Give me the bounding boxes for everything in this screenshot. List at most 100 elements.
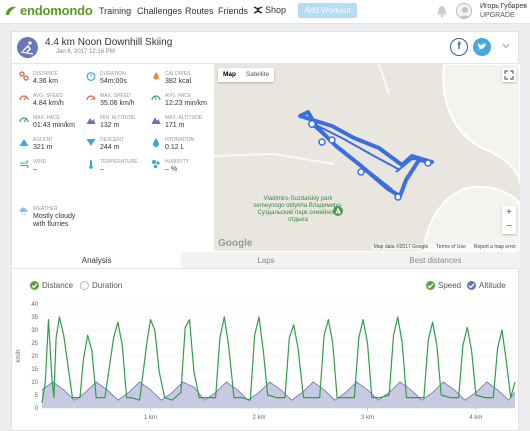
stat-label: Duration [100,71,126,77]
map-tab-map[interactable]: Map [218,68,241,82]
stat-label: Ascent [33,137,54,143]
stat-value: – [100,166,104,173]
nav-friends[interactable]: Friends [218,6,248,16]
stat-value: 132 m [100,122,120,129]
stat-label: Temperature [100,159,138,165]
toggle-altitude-label: Altitude [479,281,506,290]
zoom-controls: + − [502,206,516,234]
speedometer-icon [86,95,96,101]
stopwatch-icon [86,72,96,81]
zoom-out-button[interactable]: − [502,220,516,234]
stat-value: – % [165,166,178,173]
route-map[interactable]: Map Satellite Vladimiro-Suzdalskiy park … [214,64,520,251]
x-tick-label: 1 km [144,415,157,421]
nav-shop-label: Shop [265,5,287,15]
tab-laps[interactable]: Laps [181,252,350,268]
humidity-icon [152,160,160,169]
toggle-speed[interactable]: Speed [426,281,461,290]
terms-of-use-link[interactable]: Terms of Use [436,244,465,250]
bell-icon[interactable] [436,5,448,18]
user-icon [459,7,471,18]
stat-label: Wind [33,159,47,165]
stat-value: 321 m [33,144,53,151]
tab-analysis[interactable]: Analysis [12,252,182,268]
upgrade-link[interactable]: UPGRADE [480,12,515,19]
thermometer-icon [89,160,93,169]
top-nav: endomondo Training Challenges Routes Fri… [0,0,530,24]
user-name[interactable]: Игорь Губарев [480,3,527,10]
fullscreen-button[interactable] [502,68,516,82]
x-tick-label: 4 km [469,415,482,421]
stat-value: 171 m [165,122,185,129]
y-tick-label: 0 [35,406,39,412]
stat-label: Avg. Speed [33,93,63,99]
facebook-share-button[interactable]: f [450,38,468,56]
y-tick-label: 20 [31,354,38,360]
stat-value: 54m:00s [100,78,127,85]
twitter-icon [477,43,487,50]
y-axis-label: km/h [16,349,22,362]
downhill-skiing-icon [17,37,38,58]
speedometer-icon [19,95,29,101]
stat-temperature: Temperature – [86,158,150,184]
x-tick-label: 3 km [361,415,374,421]
toggle-duration[interactable]: Duration [80,281,122,290]
cloud-snow-icon [19,207,28,216]
check-icon [426,281,435,290]
stat-value: 4.36 km [33,78,58,85]
y-tick-label: 40 [31,302,38,308]
stat-value: – [33,166,37,173]
stat-label: Max. Altitude [165,115,203,121]
toggle-duration-label: Duration [92,281,123,290]
stat-value: 0.12 L [165,144,185,151]
stat-value: 244 m [100,144,120,151]
toggle-distance[interactable]: Distance [30,281,73,290]
twitter-share-button[interactable] [473,38,491,56]
stat-value: 12:23 min/km [165,100,208,107]
stat-wind: Wind – [19,158,83,184]
nav-shop[interactable]: Shop [253,5,286,15]
stat-label: Min. Altitude [100,115,136,121]
nav-training[interactable]: Training [99,6,131,16]
map-data-credit: Map data ©2017 Google [373,244,429,250]
chevron-down-icon[interactable] [502,43,510,49]
y-tick-label: 30 [31,328,38,334]
wind-icon [20,160,29,169]
workout-header: 4.4 km Noon Downhill Skiing Jan 6, 2017 … [12,32,520,64]
check-icon [30,281,39,290]
stat-label: Descent [100,137,124,143]
toggle-altitude[interactable]: Altitude [467,281,506,290]
y-tick-label: 5 [35,393,39,399]
zoom-in-button[interactable]: + [502,206,516,220]
map-type-tabs: Map Satellite [218,68,275,82]
workout-stats: Distance 4.36 km Duration 54m:00s Calori… [12,64,214,252]
stat-label: Humidity [165,159,190,165]
fullscreen-icon [504,70,514,80]
mountain-icon [151,117,161,124]
workout-card: 4.4 km Noon Downhill Skiing Jan 6, 2017 … [11,31,520,431]
analysis-tabs: Analysis Laps Best distances [12,252,520,269]
speed-altitude-chart[interactable]: 0 5 10 15 20 25 30 35 40 km/h 1 km 2 km 3 km 4 km [12,296,520,431]
report-map-error-link[interactable]: Report a map error [474,244,516,250]
user-avatar[interactable] [456,3,472,19]
map-attribution: Map data ©2017 Google Terms of Use Repor… [371,244,518,250]
brand-logo[interactable]: endomondo [4,3,93,18]
check-icon [467,281,476,290]
flame-icon [153,72,159,80]
mountain-icon [86,118,96,124]
park-label: Vladimiro-Suzdalskiy park semeynogo otdy… [253,196,343,223]
stat-label: Max. Pace [33,115,60,121]
stat-label: Distance [33,71,58,77]
stat-value: 382 kcal [165,78,192,85]
nav-routes[interactable]: Routes [185,6,214,16]
tab-best-distances[interactable]: Best distances [351,252,520,268]
nav-challenges[interactable]: Challenges [137,6,182,16]
google-logo: Google [218,238,253,249]
map-tab-satellite[interactable]: Satellite [241,68,274,82]
stat-value: Mostly cloudy with flurries [33,213,76,228]
stat-label: Avg. Pace [165,93,192,99]
ascent-icon [19,139,29,146]
add-workout-button[interactable]: Add Workout [298,3,357,18]
x-tick-label: 2 km [252,415,265,421]
stat-label: Calories [165,71,191,77]
